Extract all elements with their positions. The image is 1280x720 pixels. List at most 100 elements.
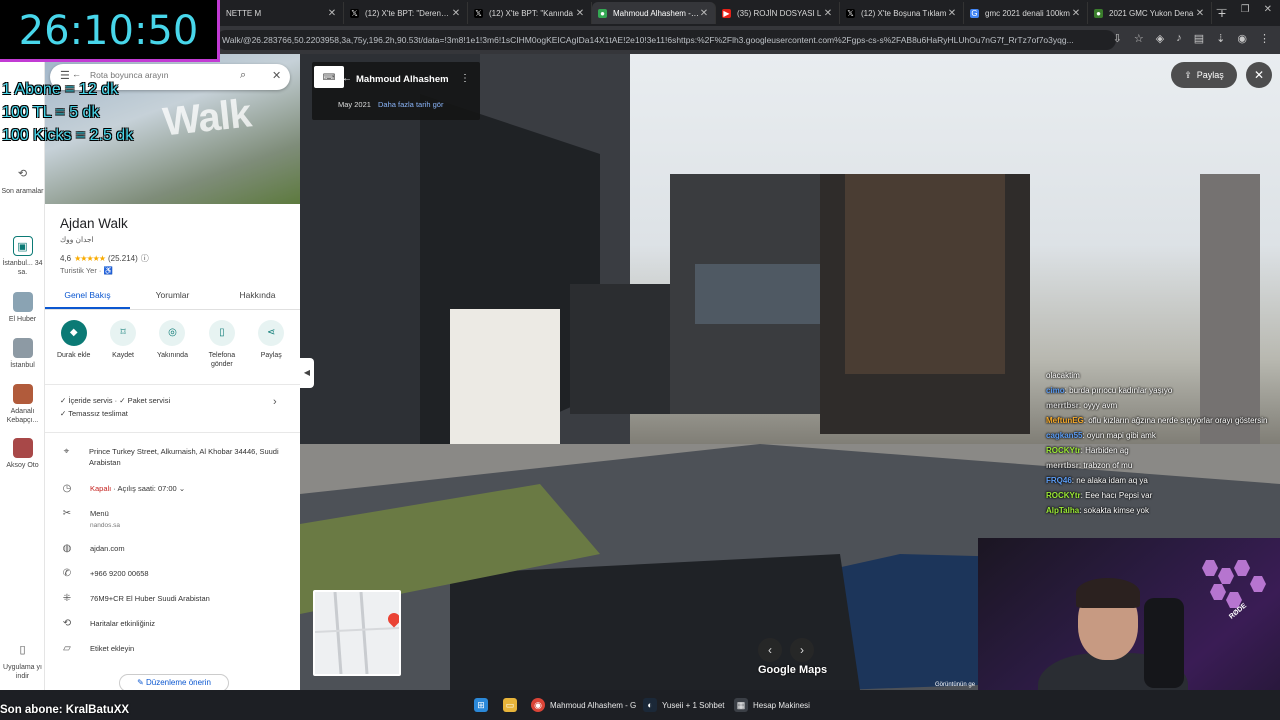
install-icon[interactable]: ⇩ — [1113, 32, 1122, 45]
window-controls: — ❐ ✕ — [1217, 4, 1272, 15]
close-icon[interactable]: ✕ — [947, 8, 957, 19]
history-icon: ⟲ — [62, 618, 72, 629]
sidebar-icon[interactable]: ▤ — [1194, 32, 1204, 45]
close-icon[interactable]: ✕ — [272, 69, 281, 82]
taskbar-steam[interactable]: ◐ Yuseii + 1 Sohbet — [643, 697, 725, 713]
nearby-icon: ◎ — [159, 320, 186, 346]
maps-activity-row[interactable]: ⟲ Haritalar etkinliğiniz — [60, 618, 295, 629]
close-icon[interactable]: ✕ — [575, 8, 585, 19]
windows-start-button[interactable]: ⊞ — [474, 697, 488, 713]
tab-google-maps[interactable]: ● Mahmoud Alhashem - G ✕ — [592, 2, 716, 24]
contributor-name[interactable]: Mahmoud Alhashem — [356, 74, 449, 85]
tab-x-deren[interactable]: 𝕏 (12) X'te BPT: "Deren Ta ✕ — [344, 2, 468, 24]
maximize-icon[interactable]: ❐ — [1241, 4, 1250, 15]
profile-icon[interactable]: ◉ — [1237, 32, 1247, 45]
add-stop-button[interactable]: ◆ Durak ekle — [51, 320, 97, 369]
save-button[interactable]: ⌑ Kaydet — [100, 320, 146, 369]
service-options[interactable]: ✓ İçeride servis · ✓ Paket servisi ✓ Tem… — [60, 394, 285, 420]
share-icon: ⇪ — [1184, 69, 1192, 80]
image-navigation: ‹ › — [758, 638, 814, 662]
close-window-icon[interactable]: ✕ — [1264, 4, 1272, 15]
hours-status: Kapalı — [90, 484, 112, 493]
tab-nette[interactable]: NETTE M ✕ — [220, 2, 344, 24]
star-icon[interactable]: ☆ — [1134, 32, 1144, 45]
tab-reviews[interactable]: Yorumlar — [130, 288, 215, 309]
share-button[interactable]: ⇪ Paylaş — [1171, 62, 1237, 88]
info-icon[interactable]: ⓘ — [141, 253, 149, 264]
see-more-dates-link[interactable]: Daha fazla tarih gör — [378, 100, 443, 109]
google-icon: G — [970, 8, 979, 18]
menu-row[interactable]: ✂ Menü nandos.sa — [60, 508, 295, 531]
send-to-phone-button[interactable]: ▯ Telefona gönder — [199, 320, 245, 369]
phone-row[interactable]: ✆ +966 9200 00658 — [60, 568, 295, 579]
website-row[interactable]: ◍ ajdan.com — [60, 543, 295, 554]
chevron-right-icon[interactable]: › — [273, 396, 277, 408]
minimize-icon[interactable]: — — [1217, 4, 1227, 15]
rail-istanbul[interactable]: İstanbul — [0, 338, 45, 370]
chat-message: merrtbsr: trabzon of mu — [1046, 458, 1274, 473]
label-icon: ▱ — [63, 643, 71, 654]
tab-x-kaninda[interactable]: 𝕏 (12) X'te BPT: "Kanında ✕ — [468, 2, 592, 24]
search-icon[interactable]: ⌕ — [240, 69, 246, 82]
tab-youtube[interactable]: ▶ (35) ROJİN DOSYASI L ✕ — [716, 2, 840, 24]
mini-map[interactable] — [313, 590, 401, 676]
next-image-button[interactable]: › — [790, 638, 814, 662]
chat-text: : Eee hacı Pepsi var — [1080, 491, 1153, 500]
close-icon[interactable]: ✕ — [823, 8, 833, 19]
maps-activity-text: Haritalar etkinliğiniz — [90, 619, 156, 628]
rating-row: 4,6 ★★★★★ (25.214) ⓘ — [60, 253, 149, 264]
tab-gmc-yukon[interactable]: ● 2021 GMC Yukon Dena ✕ — [1088, 2, 1212, 24]
address-row[interactable]: ⌖ Prince Turkey Street, Alkurnaish, Al Kh… — [60, 446, 295, 468]
rating-value: 4,6 — [60, 254, 72, 263]
close-icon[interactable]: ✕ — [699, 8, 709, 19]
tab-google-search[interactable]: Ggmc 2021 denali 100km ✕ — [964, 2, 1088, 24]
keyboard-icon[interactable]: ⌨ — [314, 66, 344, 88]
url-field[interactable]: Walk/@26.283766,50.2203958,3a,75y,196.2h… — [216, 30, 1116, 50]
close-icon[interactable]: ✕ — [451, 8, 461, 19]
globe-icon: ◍ — [62, 543, 72, 554]
nearby-button[interactable]: ◎ Yakınında — [149, 320, 195, 369]
add-label-row[interactable]: ▱ Etiket ekleyin — [60, 643, 295, 654]
taskbar-chrome[interactable]: ◉ Mahmoud Alhashem - G — [531, 697, 636, 713]
rail-get-app[interactable]: ▯ Uygulama yı indir — [0, 640, 45, 681]
collapse-panel-button[interactable]: ◀ — [300, 358, 314, 388]
close-street-view-button[interactable]: ✕ — [1246, 62, 1272, 88]
tab-about[interactable]: Hakkında — [215, 288, 300, 309]
close-icon[interactable]: ✕ — [327, 8, 337, 19]
more-options-icon[interactable]: ⋮ — [460, 73, 470, 84]
downloads-icon[interactable]: ⇣ — [1216, 32, 1225, 45]
menu-icon[interactable]: ⋮ — [1259, 32, 1270, 45]
suggest-edit-button[interactable]: ✎ Düzenleme önerin — [119, 674, 229, 690]
phone-call-icon: ✆ — [62, 568, 72, 579]
chat-text: : sokakta kimse yok — [1079, 506, 1149, 515]
share-place-button[interactable]: ⋖ Paylaş — [248, 320, 294, 369]
rail-el-huber[interactable]: El Huber — [0, 292, 45, 324]
rail-istanbul-route[interactable]: ▣ İstanbul... 34 sa. — [0, 236, 45, 277]
back-arrow-icon[interactable]: ← — [342, 73, 352, 84]
audio-icon[interactable]: ♪ — [1176, 32, 1182, 45]
rail-recent-searches[interactable]: ⟲ Son aramalar — [0, 164, 45, 196]
street-view-info-card: ⌨ ← Mahmoud Alhashem ⋮ May 2021 Daha faz… — [312, 62, 480, 120]
place-type[interactable]: Turistik Yer · ♿ — [60, 266, 113, 275]
plus-code-row[interactable]: ⁜ 76M9+CR El Huber Suudi Arabistan — [60, 593, 295, 604]
add-stop-icon: ◆ — [60, 320, 87, 346]
taskbar-calculator[interactable]: ▦ Hesap Makinesi — [734, 697, 810, 713]
chat-message: ROCKYtr: Eee hacı Pepsi var — [1046, 488, 1274, 503]
plus-code-text: 76M9+CR El Huber Suudi Arabistan — [90, 594, 210, 603]
rail-aksoy-oto[interactable]: Aksoy Oto — [0, 438, 45, 470]
white-storefront — [450, 309, 560, 459]
rail-adanali-kebapci[interactable]: Adanalı Kebapçı... — [0, 384, 45, 425]
tab-x-bosuna[interactable]: 𝕏 (12) X'te Boşuna Tıklam ✕ — [840, 2, 964, 24]
tab-overview[interactable]: Genel Bakış — [45, 288, 130, 309]
subathon-rates: 1 Abone = 12 dk 100 TL = 5 dk 100 Kicks … — [2, 78, 133, 147]
previous-image-button[interactable]: ‹ — [758, 638, 782, 662]
hours-row[interactable]: ◷ Kapalı · Açılış saati: 07:00 ⌄ — [60, 483, 295, 494]
close-icon[interactable]: ✕ — [1195, 8, 1205, 19]
extension-icon[interactable]: ◈ — [1156, 32, 1164, 45]
file-explorer-button[interactable]: ▭ — [503, 697, 517, 713]
rail-label: Aksoy Oto — [6, 462, 39, 469]
close-icon[interactable]: ✕ — [1071, 8, 1081, 19]
windows-taskbar — [0, 690, 1280, 720]
streamer-hair — [1076, 578, 1140, 608]
review-count[interactable]: (25.214) — [108, 254, 138, 263]
